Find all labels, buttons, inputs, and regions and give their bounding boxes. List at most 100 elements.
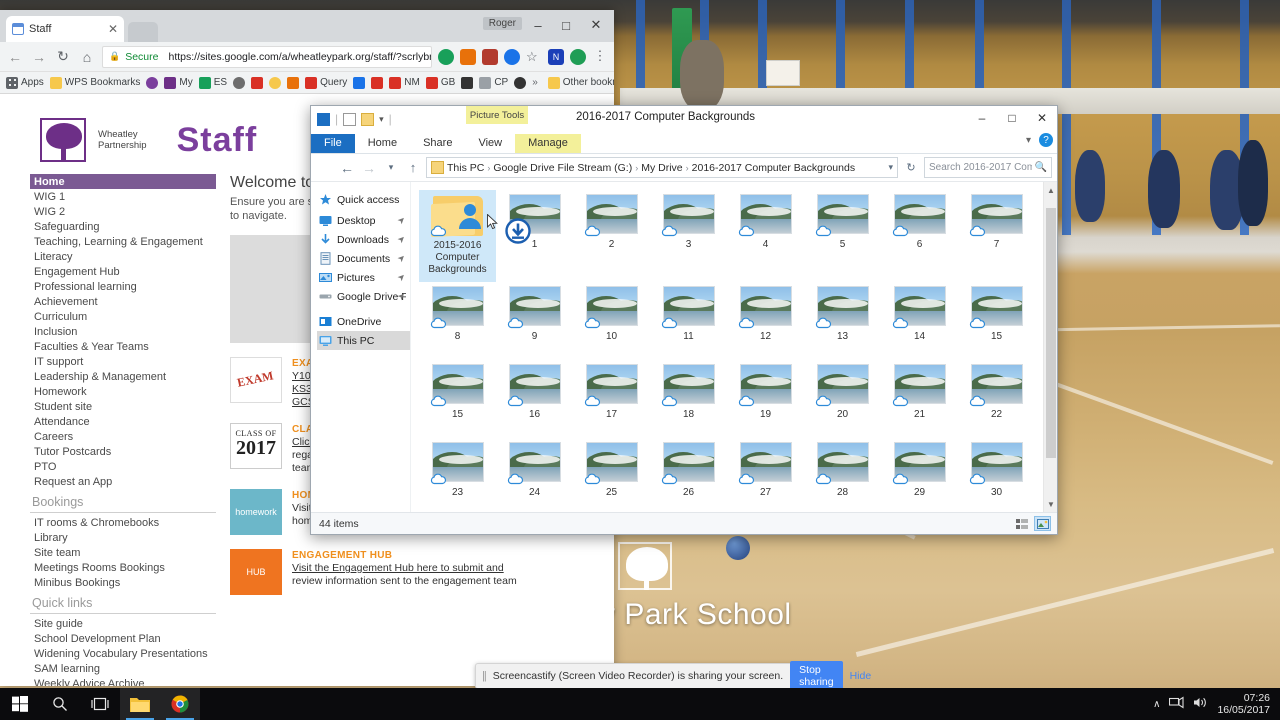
browser-minimize-button[interactable]: – [524, 14, 552, 36]
sidebar-item-inclusion[interactable]: Inclusion [30, 324, 216, 339]
ribbon-tab-view[interactable]: View [465, 134, 515, 153]
nav-pane-item-desktop[interactable]: Desktop ➤ [317, 211, 410, 230]
breadcrumb[interactable]: This PC › Google Drive File Stream (G:) › My… [426, 157, 898, 178]
search-button[interactable] [40, 688, 80, 720]
chrome-title-bar[interactable]: Staff ✕ Roger – □ ✕ [0, 10, 614, 42]
sidebar-item-sam-learning[interactable]: SAM learning [30, 661, 216, 676]
details-view-button[interactable] [1013, 516, 1030, 531]
bookmark-item[interactable]: My [164, 76, 193, 89]
explorer-maximize-button[interactable]: □ [997, 106, 1027, 130]
other-bookmarks-folder[interactable]: Other bookmarks [547, 76, 614, 89]
file-grid-item[interactable]: 1 [496, 190, 573, 268]
file-grid-item[interactable]: 9 [496, 282, 573, 360]
nav-pane-item-onedrive[interactable]: OneDrive [317, 312, 410, 331]
file-grid-item[interactable]: 15 [958, 282, 1035, 360]
file-grid-item[interactable]: 11 [650, 282, 727, 360]
notion-extension-icon[interactable]: N [548, 48, 564, 65]
file-grid-item[interactable]: 18 [650, 360, 727, 438]
breadcrumb-segment[interactable]: 2016-2017 Computer Backgrounds [692, 162, 855, 174]
sidebar-item-request-an-app[interactable]: Request an App [30, 474, 216, 489]
scroll-down-icon[interactable]: ▼ [1044, 496, 1057, 512]
file-grid-item[interactable]: 17 [573, 360, 650, 438]
drag-handle[interactable]: || [482, 670, 487, 682]
sidebar-item-library[interactable]: Library [30, 530, 216, 545]
back-button[interactable]: ← [338, 159, 356, 177]
bookmark-item[interactable] [287, 76, 300, 89]
sidebar-item-careers[interactable]: Careers [30, 429, 216, 444]
explorer-close-button[interactable]: ✕ [1027, 106, 1057, 130]
browser-tab-staff[interactable]: Staff ✕ [6, 16, 124, 42]
taskbar-clock[interactable]: 07:26 16/05/2017 [1217, 692, 1270, 716]
file-grid-folder[interactable]: 2015-2016 Computer Backgrounds [419, 190, 498, 282]
bookmark-item[interactable]: Query [305, 76, 347, 89]
file-grid-item[interactable]: 12 [727, 282, 804, 360]
scrollbar-thumb[interactable] [1046, 208, 1056, 458]
sidebar-item-student-site[interactable]: Student site [30, 399, 216, 414]
sidebar-item-literacy[interactable]: Literacy [30, 249, 216, 264]
taskbar-file-explorer[interactable] [120, 688, 160, 720]
nav-pane-item-downloads[interactable]: Downloads ➤ [317, 230, 410, 249]
file-grid-item[interactable]: 27 [727, 438, 804, 512]
file-grid-item[interactable]: 24 [496, 438, 573, 512]
file-grid-item[interactable]: 26 [650, 438, 727, 512]
forward-button[interactable]: → [360, 159, 378, 177]
sidebar-item-school-development-plan[interactable]: School Development Plan [30, 631, 216, 646]
recent-locations-button[interactable]: ▾ [382, 159, 400, 177]
file-grid-item[interactable]: 15 [419, 360, 496, 438]
new-tab-button[interactable] [128, 22, 158, 42]
bookmark-item[interactable] [233, 76, 246, 89]
file-grid-item[interactable]: 7 [958, 190, 1035, 268]
tray-chevron-icon[interactable]: ∧ [1153, 699, 1160, 710]
file-grid-item[interactable]: 14 [881, 282, 958, 360]
bookmark-item[interactable] [461, 76, 474, 89]
sidebar-item-attendance[interactable]: Attendance [30, 414, 216, 429]
breadcrumb-segment[interactable]: My Drive [641, 162, 682, 174]
sidebar-item-home[interactable]: Home [30, 174, 216, 189]
address-bar[interactable]: 🔒 Secure https://sites.google.com/a/whea… [102, 45, 432, 68]
sidebar-item-it-support[interactable]: IT support [30, 354, 216, 369]
pin-icon[interactable]: ➤ [396, 271, 409, 284]
file-grid-item[interactable]: 3 [650, 190, 727, 268]
sidebar-item-minibus-bookings[interactable]: Minibus Bookings [30, 575, 216, 590]
apps-shortcut[interactable]: Apps [6, 76, 44, 89]
sidebar-item-it-rooms-chromebooks[interactable]: IT rooms & Chromebooks [30, 515, 216, 530]
sidebar-item-pto[interactable]: PTO [30, 459, 216, 474]
bookmark-item[interactable] [353, 76, 366, 89]
bookmark-item[interactable] [269, 76, 282, 89]
file-grid-item[interactable]: 25 [573, 438, 650, 512]
bookmark-item[interactable] [251, 76, 264, 89]
task-view-button[interactable] [80, 688, 120, 720]
sidebar-item-leadership-management[interactable]: Leadership & Management [30, 369, 216, 384]
search-input[interactable]: Search 2016-2017 Computer B... 🔍 [924, 157, 1052, 178]
sidebar-item-tutor-postcards[interactable]: Tutor Postcards [30, 444, 216, 459]
grammarly-extension-icon[interactable] [438, 48, 454, 65]
back-arrow-icon[interactable]: back-arrow-icon [316, 159, 334, 177]
clock-extension-icon[interactable] [570, 48, 586, 65]
browser-close-button[interactable]: ✕ [582, 14, 610, 36]
ribbon-tab-home[interactable]: Home [355, 134, 410, 153]
bookmark-item[interactable]: CP [479, 76, 508, 89]
file-grid-item[interactable]: 30 [958, 438, 1035, 512]
file-grid-item[interactable]: 5 [804, 190, 881, 268]
bookmark-item[interactable]: ES [198, 76, 227, 89]
forward-button[interactable]: → [30, 48, 48, 66]
bookmark-item[interactable] [146, 76, 159, 89]
adblock-extension-icon[interactable] [504, 48, 520, 65]
sidebar-item-achievement[interactable]: Achievement [30, 294, 216, 309]
reload-button[interactable]: ↻ [54, 48, 72, 66]
network-icon[interactable] [1169, 696, 1184, 712]
chrome-menu-icon[interactable]: ⋮ [592, 48, 608, 65]
up-button[interactable]: ↑ [404, 159, 422, 177]
scroll-up-icon[interactable]: ▲ [1044, 182, 1057, 198]
file-grid-item[interactable]: 4 [727, 190, 804, 268]
pin-icon[interactable]: ➤ [396, 252, 409, 265]
ribbon-tab-manage[interactable]: Manage [515, 134, 581, 153]
sidebar-item-site-guide[interactable]: Site guide [30, 616, 216, 631]
file-grid-item[interactable]: 22 [958, 360, 1035, 438]
nav-pane-item-pictures[interactable]: Pictures ➤ [317, 268, 410, 287]
breadcrumb-segment[interactable]: Google Drive File Stream (G:) [493, 162, 632, 174]
tab-close-icon[interactable]: ✕ [108, 22, 118, 36]
back-button[interactable]: ← [6, 48, 24, 66]
nav-pane-item-documents[interactable]: Documents ➤ [317, 249, 410, 268]
clipboard-extension-icon[interactable] [482, 48, 498, 65]
